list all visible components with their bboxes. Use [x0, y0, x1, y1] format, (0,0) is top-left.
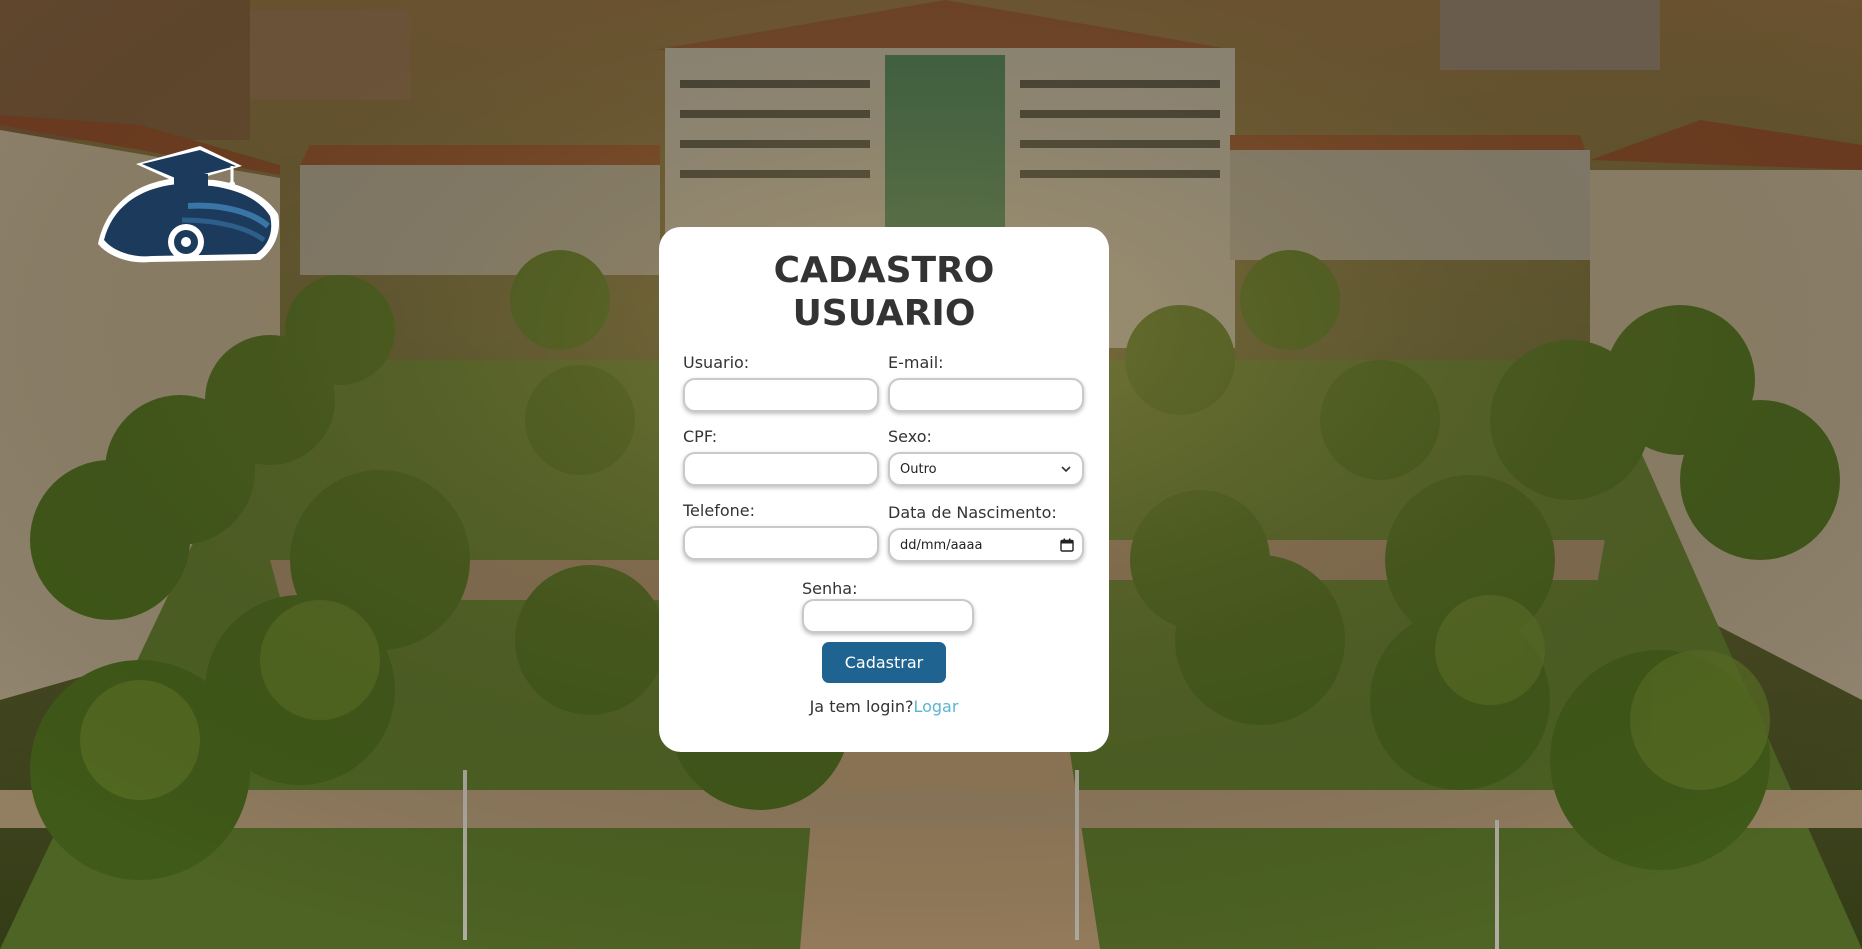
usuario-input[interactable]: [683, 378, 879, 412]
login-prompt-line: Ja tem login?Logar: [659, 697, 1109, 716]
calendar-icon[interactable]: [1060, 538, 1074, 552]
login-prompt-text: Ja tem login?: [809, 697, 914, 716]
nascimento-label: Data de Nascimento:: [888, 503, 1057, 522]
sexo-selected-value: Outro: [900, 461, 937, 477]
chevron-down-icon: [1061, 466, 1071, 473]
telefone-input[interactable]: [683, 526, 879, 560]
signup-card: CADASTRO USUARIO Usuario: E-mail: CPF: S…: [659, 227, 1109, 752]
title-line-1: CADASTRO: [773, 250, 995, 291]
cpf-label: CPF:: [683, 427, 718, 446]
sexo-label: Sexo:: [888, 427, 932, 446]
cadastrar-button[interactable]: Cadastrar: [822, 642, 946, 683]
page-background: CADASTRO USUARIO Usuario: E-mail: CPF: S…: [0, 0, 1862, 949]
title-line-2: USUARIO: [792, 293, 976, 334]
usuario-label: Usuario:: [683, 353, 750, 372]
nascimento-date-input[interactable]: dd/mm/aaaa: [888, 528, 1084, 562]
email-input[interactable]: [888, 378, 1084, 412]
email-label: E-mail:: [888, 353, 944, 372]
telefone-label: Telefone:: [683, 501, 755, 520]
senha-label: Senha:: [802, 579, 858, 598]
graduation-cap-car-logo: [98, 146, 280, 263]
cpf-input[interactable]: [683, 452, 879, 486]
logar-link[interactable]: Logar: [913, 697, 958, 716]
nascimento-placeholder: dd/mm/aaaa: [900, 537, 983, 553]
page-title: CADASTRO USUARIO: [659, 249, 1109, 335]
sexo-select[interactable]: Outro: [888, 452, 1084, 486]
senha-input[interactable]: [802, 599, 974, 633]
